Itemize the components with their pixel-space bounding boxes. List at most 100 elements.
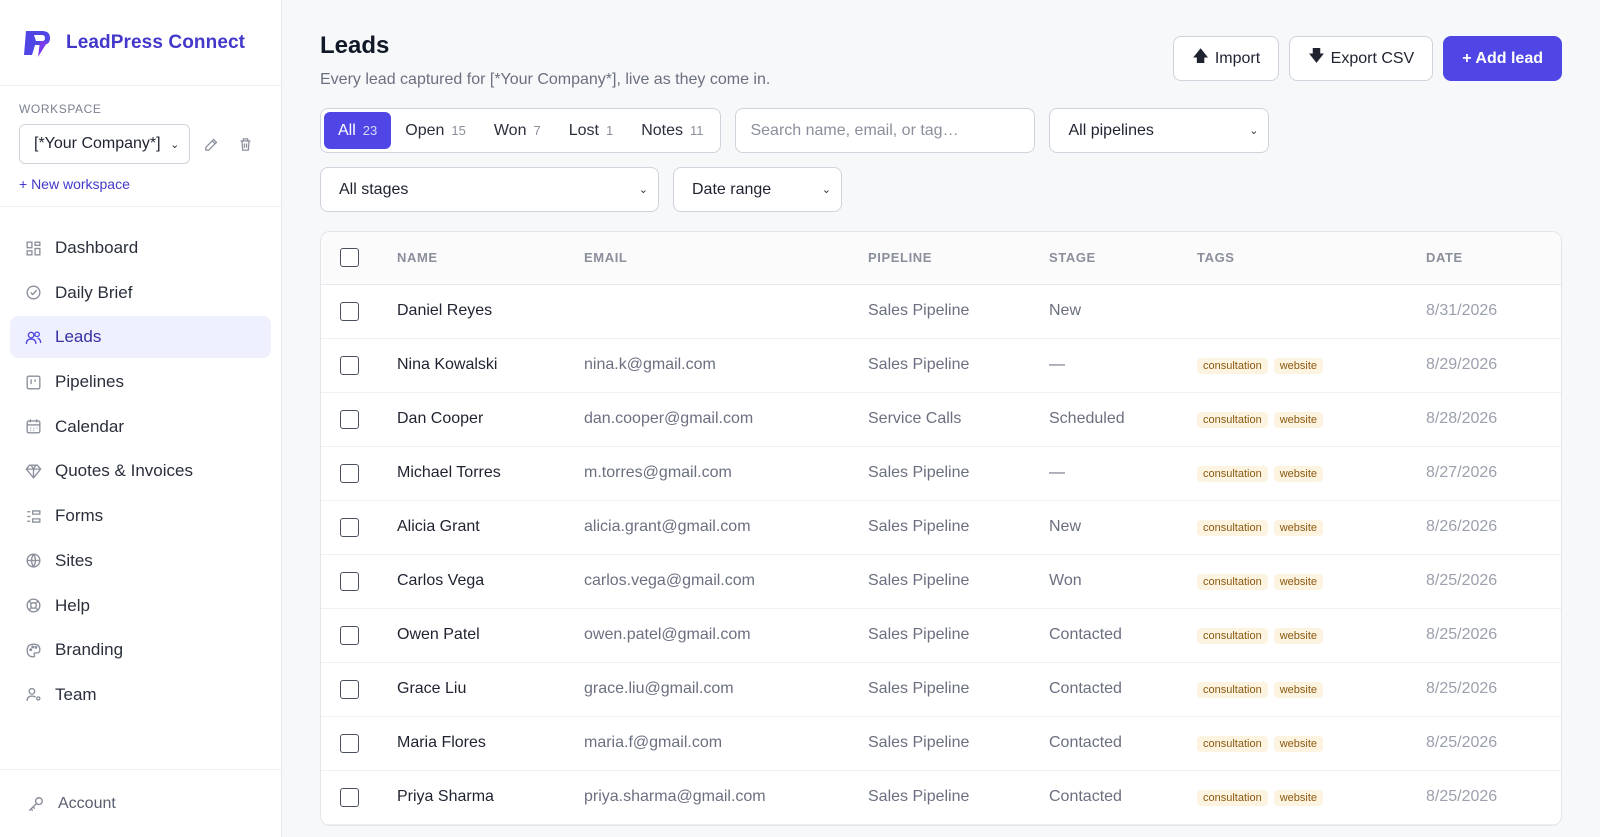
tab-label: All <box>338 121 356 139</box>
sidebar-item-team[interactable]: Team <box>10 674 271 716</box>
tab-lost[interactable]: Lost 1 <box>555 112 627 149</box>
row-checkbox[interactable] <box>340 517 359 537</box>
column-header-pipeline[interactable]: PIPELINE <box>868 232 1049 285</box>
sidebar-nav: Dashboard Daily Brief Leads Pipelines Ca… <box>0 207 281 739</box>
tab-open[interactable]: Open 15 <box>391 112 480 149</box>
table-row[interactable]: Michael Torres m.torres@gmail.com Sales … <box>321 446 1561 501</box>
lead-name[interactable]: Daniel Reyes <box>397 284 584 339</box>
row-checkbox[interactable] <box>340 463 359 483</box>
table-row[interactable]: Daniel Reyes Sales Pipeline New 8/31/202… <box>321 284 1561 339</box>
tab-count: 1 <box>605 123 614 138</box>
row-checkbox[interactable] <box>340 787 359 807</box>
lead-name[interactable]: Priya Sharma <box>397 770 584 825</box>
tag-badge: consultation <box>1197 412 1268 428</box>
workspace-select-value: [*Your Company*] <box>34 135 161 152</box>
row-select-cell <box>321 770 397 825</box>
lead-name[interactable]: Carlos Vega <box>397 554 584 609</box>
export-csv-button[interactable]: 🡇 Export CSV <box>1289 36 1434 81</box>
row-checkbox[interactable] <box>340 733 359 753</box>
table-row[interactable]: Owen Patel owen.patel@gmail.com Sales Pi… <box>321 608 1561 663</box>
arrow-up-icon: 🡅 <box>1192 48 1209 65</box>
sidebar-item-daily-brief[interactable]: Daily Brief <box>10 272 271 314</box>
sidebar-item-calendar[interactable]: Calendar <box>10 406 271 448</box>
row-checkbox[interactable] <box>340 301 359 321</box>
lead-tags: consultation website <box>1197 716 1426 771</box>
tag-badge: consultation <box>1197 574 1268 590</box>
brand[interactable]: LeadPress Connect <box>0 0 281 86</box>
sidebar-item-dashboard[interactable]: Dashboard <box>10 227 271 269</box>
sidebar-item-branding[interactable]: Branding <box>10 629 271 671</box>
table-row[interactable]: Grace Liu grace.liu@gmail.com Sales Pipe… <box>321 662 1561 717</box>
lead-name[interactable]: Maria Flores <box>397 716 584 771</box>
page-header: Leads Every lead captured for [*Your Com… <box>320 30 1562 100</box>
page-title: Leads <box>320 32 390 59</box>
table-row[interactable]: Dan Cooper dan.cooper@gmail.com Service … <box>321 392 1561 447</box>
table-row[interactable]: Alicia Grant alicia.grant@gmail.com Sale… <box>321 500 1561 555</box>
row-checkbox[interactable] <box>340 409 359 429</box>
lead-name[interactable]: Michael Torres <box>397 446 584 501</box>
new-workspace-link[interactable]: + New workspace <box>19 176 262 192</box>
date-range-select[interactable]: Date range ⌄ <box>673 167 842 212</box>
tab-won[interactable]: Won 7 <box>480 112 555 149</box>
account-link[interactable]: Account <box>0 769 281 837</box>
lead-name[interactable]: Alicia Grant <box>397 500 584 555</box>
row-checkbox[interactable] <box>340 355 359 375</box>
trash-icon[interactable] <box>228 127 262 161</box>
column-header-stage[interactable]: STAGE <box>1049 232 1197 285</box>
lead-name[interactable]: Dan Cooper <box>397 392 584 447</box>
row-select-cell <box>321 662 397 717</box>
tag-badge: consultation <box>1197 358 1268 374</box>
lead-pipeline: Sales Pipeline <box>868 716 1049 771</box>
lead-email <box>584 284 868 339</box>
sidebar-item-help[interactable]: Help <box>10 585 271 627</box>
lead-name[interactable]: Nina Kowalski <box>397 338 584 393</box>
table-row[interactable]: Priya Sharma priya.sharma@gmail.com Sale… <box>321 770 1561 825</box>
tab-all[interactable]: All 23 <box>324 112 392 149</box>
tag-badge: consultation <box>1197 520 1268 536</box>
row-checkbox[interactable] <box>340 679 359 699</box>
lead-name[interactable]: Grace Liu <box>397 662 584 717</box>
select-all-checkbox[interactable] <box>340 248 359 268</box>
import-button[interactable]: 🡅 Import <box>1173 36 1280 81</box>
workspace-label: WORKSPACE <box>19 102 102 116</box>
sidebar-item-quotes-invoices[interactable]: Quotes & Invoices <box>10 450 271 492</box>
column-header-tags[interactable]: TAGS <box>1197 232 1426 285</box>
export-label: Export CSV <box>1330 49 1415 67</box>
lead-date: 8/28/2026 <box>1426 392 1561 447</box>
leads-table-container: NAME EMAIL PIPELINE STAGE TAGS DATE Dani… <box>320 231 1562 826</box>
row-checkbox[interactable] <box>340 625 359 645</box>
edit-workspace-icon[interactable] <box>194 127 228 161</box>
lead-pipeline: Sales Pipeline <box>868 770 1049 825</box>
lead-pipeline: Service Calls <box>868 392 1049 447</box>
palette-icon <box>26 643 41 658</box>
table-row[interactable]: Maria Flores maria.f@gmail.com Sales Pip… <box>321 716 1561 771</box>
table-row[interactable]: Carlos Vega carlos.vega@gmail.com Sales … <box>321 554 1561 609</box>
column-header-email[interactable]: EMAIL <box>584 232 868 285</box>
sidebar-item-leads[interactable]: Leads <box>10 316 271 359</box>
lead-name[interactable]: Owen Patel <box>397 608 584 663</box>
stage-select[interactable]: All stages ⌄ <box>320 167 659 212</box>
add-lead-button[interactable]: + Add lead <box>1443 36 1562 81</box>
column-header-date[interactable]: DATE <box>1426 232 1561 285</box>
column-header-name[interactable]: NAME <box>397 232 584 285</box>
leads-table: NAME EMAIL PIPELINE STAGE TAGS DATE Dani… <box>321 232 1561 825</box>
tag-badge: consultation <box>1197 736 1268 752</box>
lead-date: 8/29/2026 <box>1426 338 1561 393</box>
pipeline-select[interactable]: All pipelines ⌄ <box>1049 108 1270 153</box>
lead-stage: Won <box>1049 554 1197 609</box>
lead-pipeline: Sales Pipeline <box>868 608 1049 663</box>
tab-notes[interactable]: Notes 11 <box>627 112 717 149</box>
sidebar-item-label: Team <box>55 684 97 704</box>
sidebar-item-pipelines[interactable]: Pipelines <box>10 361 271 403</box>
row-checkbox[interactable] <box>340 571 359 591</box>
tab-count: 7 <box>533 123 541 138</box>
import-label: Import <box>1214 49 1261 67</box>
workspace-select[interactable]: [*Your Company*] ⌄ <box>19 124 191 164</box>
sidebar-item-forms[interactable]: Forms <box>10 495 271 537</box>
tag-badge: website <box>1273 682 1324 698</box>
search-input[interactable] <box>735 108 1036 153</box>
table-row[interactable]: Nina Kowalski nina.k@gmail.com Sales Pip… <box>321 338 1561 393</box>
row-select-cell <box>321 554 397 609</box>
sidebar-item-sites[interactable]: Sites <box>10 540 271 582</box>
lead-tags: consultation website <box>1197 446 1426 501</box>
